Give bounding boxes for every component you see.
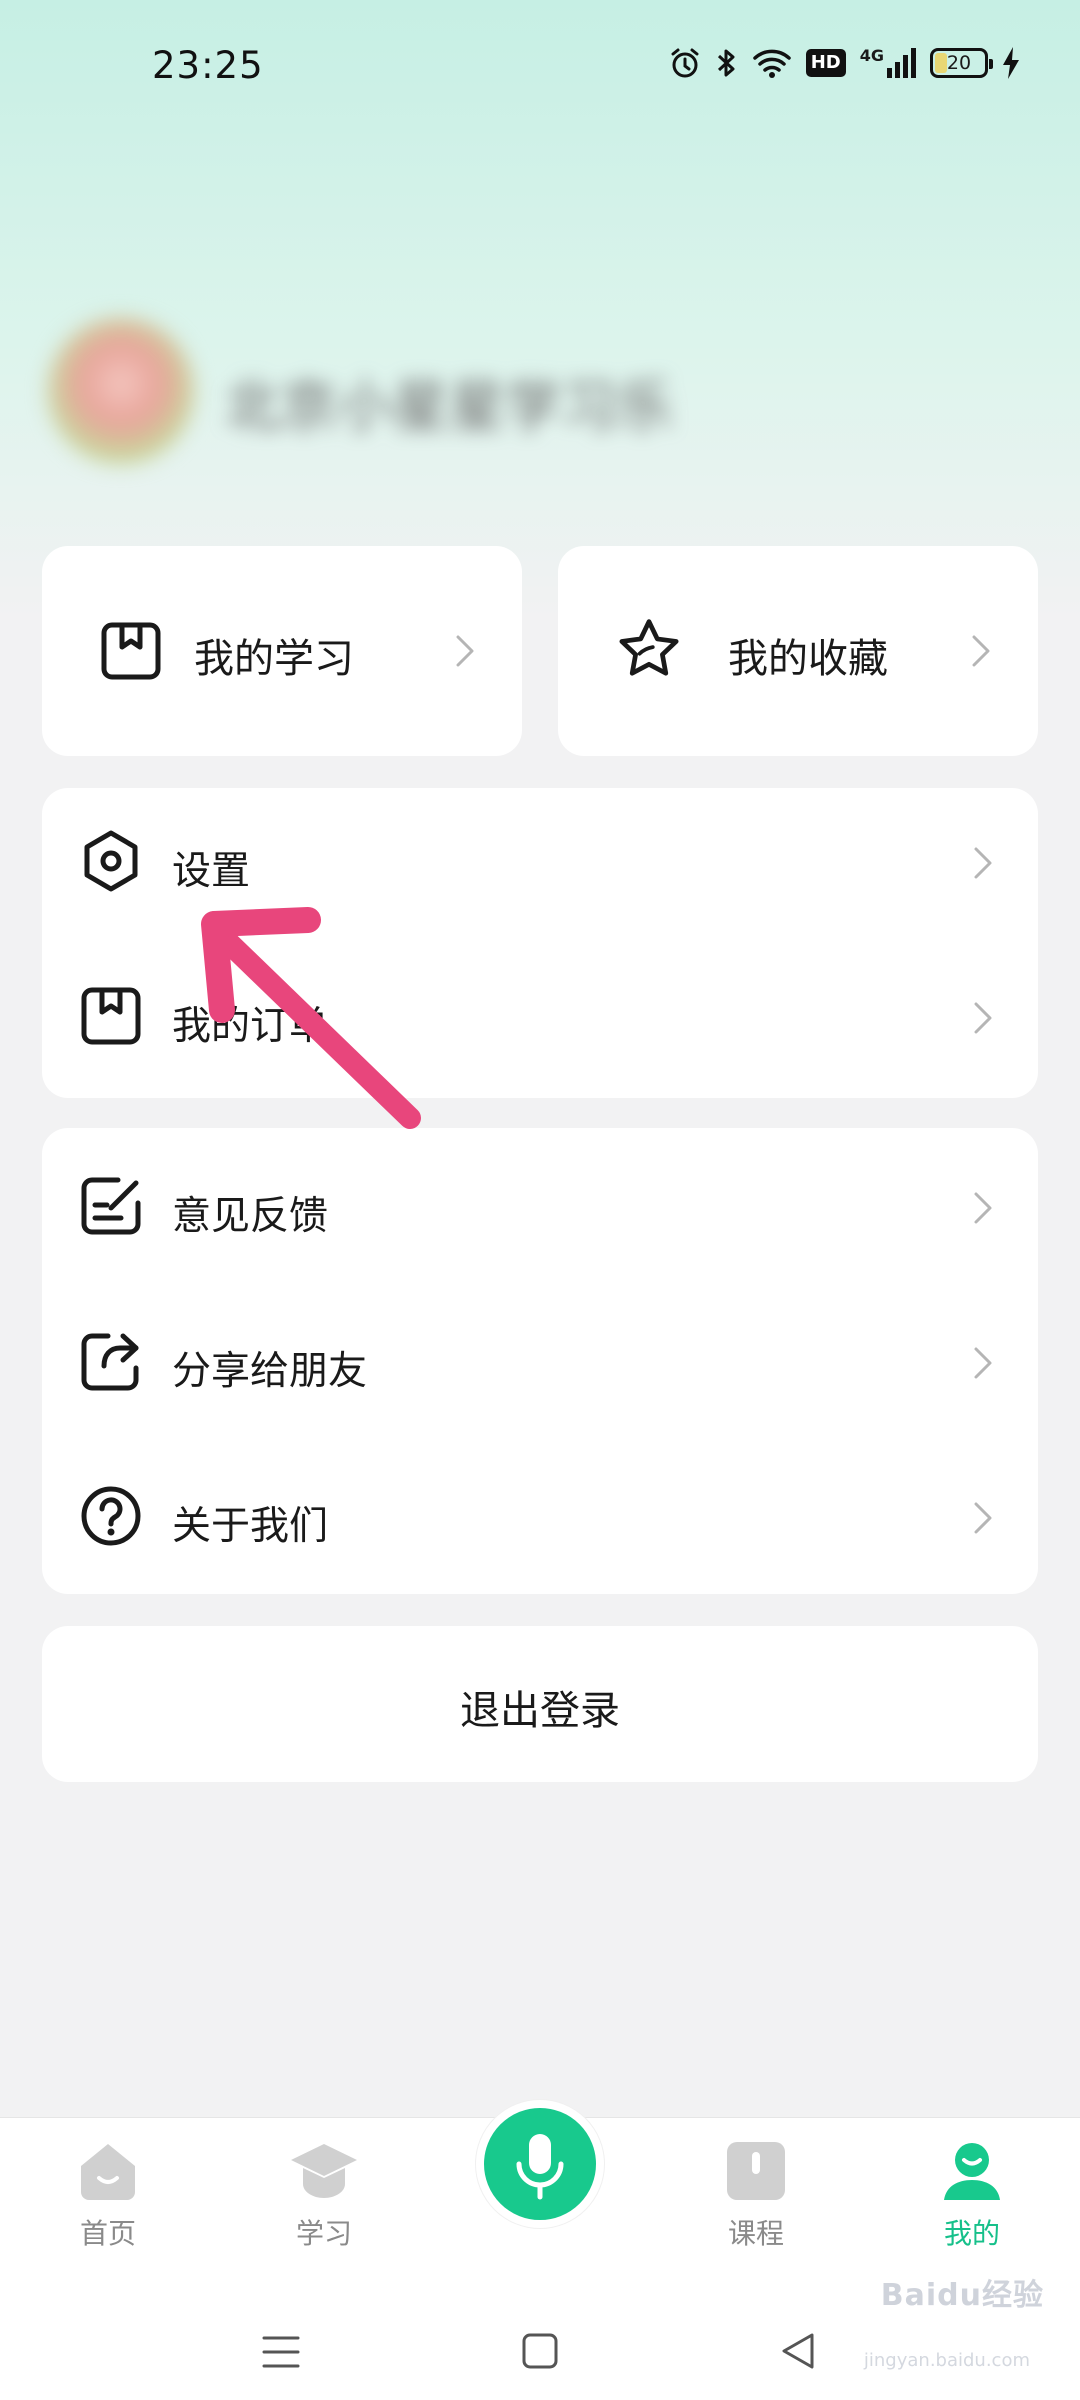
tab-courses-label: 课程	[727, 2217, 784, 2250]
my-favorites-card[interactable]: 我的收藏	[558, 546, 1038, 756]
battery-level: 20	[946, 52, 972, 74]
tab-home-label: 首页	[79, 2217, 136, 2250]
home-square-icon[interactable]	[522, 2333, 558, 2371]
tab-me-label: 我的	[943, 2217, 1000, 2250]
charging-icon	[1002, 46, 1020, 80]
signal-4g-icon: 4G	[860, 48, 916, 78]
menu-group-general: 意见反馈 分享给朋友 关于我们	[42, 1128, 1038, 1594]
star-icon	[619, 619, 679, 676]
voice-button[interactable]	[476, 2100, 604, 2228]
bluetooth-icon	[716, 46, 738, 80]
share-label: 分享给朋友	[172, 1349, 368, 1394]
my-learning-card[interactable]: 我的学习	[42, 546, 522, 756]
logout-label: 退出登录	[460, 1688, 620, 1734]
chevron-right-icon	[974, 1002, 992, 1034]
chevron-right-icon	[974, 1502, 992, 1534]
wifi-icon	[752, 47, 792, 79]
tab-study-label: 学习	[295, 2217, 352, 2250]
home-icon	[81, 2144, 135, 2200]
status-icons: HD 4G 20	[668, 46, 1020, 80]
battery-icon: 20	[930, 48, 993, 78]
menu-item-settings[interactable]: 设置	[42, 788, 1042, 938]
microphone-icon	[516, 2134, 564, 2200]
tab-home[interactable]: 首页	[48, 2138, 168, 2252]
settings-hexagon-icon	[84, 830, 138, 892]
tab-courses[interactable]: 课程	[696, 2138, 816, 2252]
graduation-cap-icon	[291, 2144, 357, 2198]
status-time: 23:25	[152, 44, 264, 87]
status-bar: 23:25 HD 4G 20	[0, 0, 1080, 140]
feedback-label: 意见反馈	[172, 1194, 329, 1239]
my-learning-label: 我的学习	[194, 636, 354, 682]
about-us-label: 关于我们	[172, 1504, 329, 1549]
menu-item-feedback[interactable]: 意见反馈	[42, 1133, 1042, 1283]
feedback-edit-icon	[81, 1177, 141, 1235]
watermark: Baidu经验	[880, 2278, 1044, 2313]
avatar[interactable]	[48, 318, 194, 464]
bookmark-book-icon	[101, 622, 161, 680]
menu-group-account: 设置 我的订单	[42, 788, 1038, 1098]
my-orders-label: 我的订单	[172, 1004, 329, 1049]
profile-header[interactable]: 北京小星星学习乐园	[40, 310, 740, 470]
menu-icon[interactable]	[262, 2335, 300, 2369]
book-icon	[727, 2142, 785, 2200]
logout-button[interactable]: 退出登录	[42, 1626, 1038, 1782]
chevron-right-icon	[974, 847, 992, 879]
menu-item-share[interactable]: 分享给朋友	[42, 1288, 1042, 1438]
hd-badge: HD	[805, 49, 846, 77]
menu-item-my-orders[interactable]: 我的订单	[42, 943, 1042, 1093]
chevron-right-icon	[974, 1192, 992, 1224]
my-favorites-label: 我的收藏	[728, 636, 888, 682]
chevron-right-icon	[974, 1347, 992, 1379]
chevron-right-icon	[972, 635, 990, 667]
tab-me[interactable]: 我的	[912, 2138, 1032, 2252]
profile-icon	[944, 2143, 1000, 2200]
share-icon	[81, 1333, 139, 1391]
watermark-url: jingyan.baidu.com	[863, 2350, 1030, 2371]
settings-label: 设置	[172, 849, 251, 894]
alarm-icon	[668, 46, 702, 80]
chevron-right-icon	[456, 635, 474, 667]
menu-item-about-us[interactable]: 关于我们	[42, 1443, 1042, 1593]
back-triangle-icon[interactable]	[780, 2331, 816, 2371]
question-circle-icon	[81, 1486, 141, 1546]
order-icon	[81, 987, 141, 1045]
username: 北京小星星学习乐园	[225, 375, 675, 432]
tab-study[interactable]: 学习	[264, 2138, 384, 2252]
